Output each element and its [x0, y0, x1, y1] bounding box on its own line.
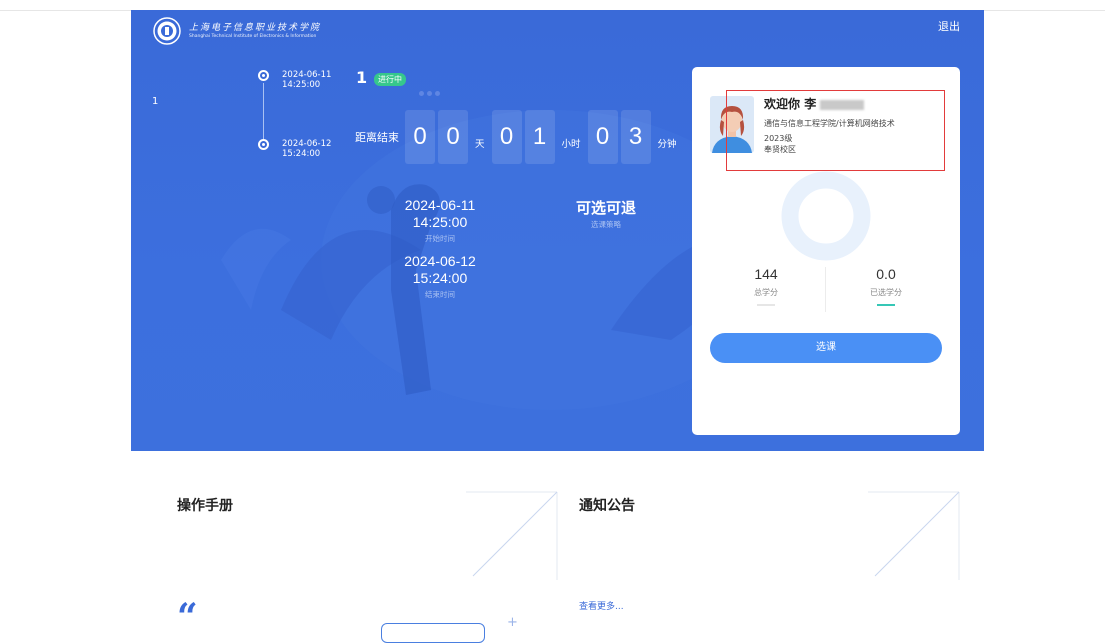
credits-donut-chart [781, 171, 871, 261]
countdown-day-unit: 天 [475, 139, 485, 150]
round-number: 1 [356, 68, 368, 87]
timeline-start-dot-icon [258, 70, 269, 81]
countdown-label: 距离结束 [355, 131, 399, 144]
status-badge: 进行中 [374, 73, 406, 86]
timeline-end: 2024-06-12 15:24:00 [282, 139, 331, 159]
countdown-day-digit: 0 [438, 110, 468, 164]
round-index: 1 [152, 96, 159, 107]
highlight-box [726, 90, 945, 171]
countdown-minute-digit: 3 [620, 110, 651, 164]
manual-outline-button[interactable] [381, 623, 485, 643]
total-credits-bar [757, 304, 775, 306]
countdown-hour-digit: 1 [524, 110, 555, 164]
start-time-info: 2024-06-11 14:25:00 开始时间 [376, 197, 504, 244]
timeline-end-dot-icon [258, 139, 269, 150]
start-time-value: 2024-06-11 14:25:00 [404, 197, 476, 230]
countdown-minute-digit: 0 [587, 110, 618, 164]
countdown-hour-unit: 小时 [561, 139, 581, 150]
quote-icon: “ [177, 596, 198, 638]
total-credits: 144 总学分 [711, 266, 821, 306]
start-time-label: 开始时间 [425, 234, 455, 243]
plus-icon[interactable]: + [507, 615, 518, 630]
total-credits-value: 144 [754, 266, 778, 282]
end-time-info: 2024-06-12 15:24:00 结束时间 [376, 253, 504, 300]
notice-decoration [868, 491, 960, 580]
selection-policy-label: 选课策略 [591, 220, 621, 229]
timeline-start-time: 14:25:00 [282, 80, 321, 90]
selected-credits-bar [877, 304, 895, 306]
school-seal-icon [153, 17, 181, 45]
student-card: 欢迎你 李 通信与信息工程学院/计算机网络技术 2023级 奉贤校区 144 总… [692, 67, 960, 435]
select-course-button[interactable]: 选课 [710, 333, 942, 363]
school-logo[interactable]: 上海电子信息职业技术学院 Shanghai Technical Institut… [153, 17, 321, 45]
manual-title: 操作手册 [177, 498, 233, 514]
carousel-dots[interactable] [419, 81, 443, 100]
logout-link[interactable]: 退出 [938, 18, 960, 34]
notice-title: 通知公告 [579, 498, 635, 514]
timeline-start: 2024-06-11 14:25:00 [282, 70, 331, 90]
end-time-value: 2024-06-12 15:24:00 [404, 253, 476, 286]
timeline-end-date: 2024-06-12 [282, 139, 332, 149]
manual-decoration [466, 491, 558, 580]
school-name-cn: 上海电子信息职业技术学院 [189, 23, 322, 33]
selected-credits-value: 0.0 [876, 266, 896, 282]
selected-credits: 0.0 已选学分 [831, 266, 941, 306]
selected-credits-label: 已选学分 [870, 288, 902, 297]
countdown-minute-unit: 分钟 [657, 139, 677, 150]
total-credits-label: 总学分 [754, 288, 778, 297]
countdown-timer: 距离结束 0 0 天 0 1 小时 0 3 分钟 [355, 110, 684, 164]
hero-banner: 上海电子信息职业技术学院 Shanghai Technical Institut… [131, 10, 984, 451]
selection-policy-value: 可选可退 [575, 200, 636, 217]
notice-more-link[interactable]: 查看更多... [579, 599, 624, 612]
end-time-label: 结束时间 [425, 290, 455, 299]
selection-policy-info: 可选可退 选课策略 [566, 200, 646, 230]
timeline-end-time: 15:24:00 [282, 149, 321, 159]
credits-divider [825, 267, 826, 312]
countdown-day-digit: 0 [405, 110, 435, 164]
school-name-en: Shanghai Technical Institute of Electron… [189, 34, 317, 39]
timeline-start-date: 2024-06-11 [282, 70, 332, 80]
lower-section: 操作手册 通知公告 “ + 查看更多... [131, 451, 984, 643]
countdown-hour-digit: 0 [491, 110, 522, 164]
